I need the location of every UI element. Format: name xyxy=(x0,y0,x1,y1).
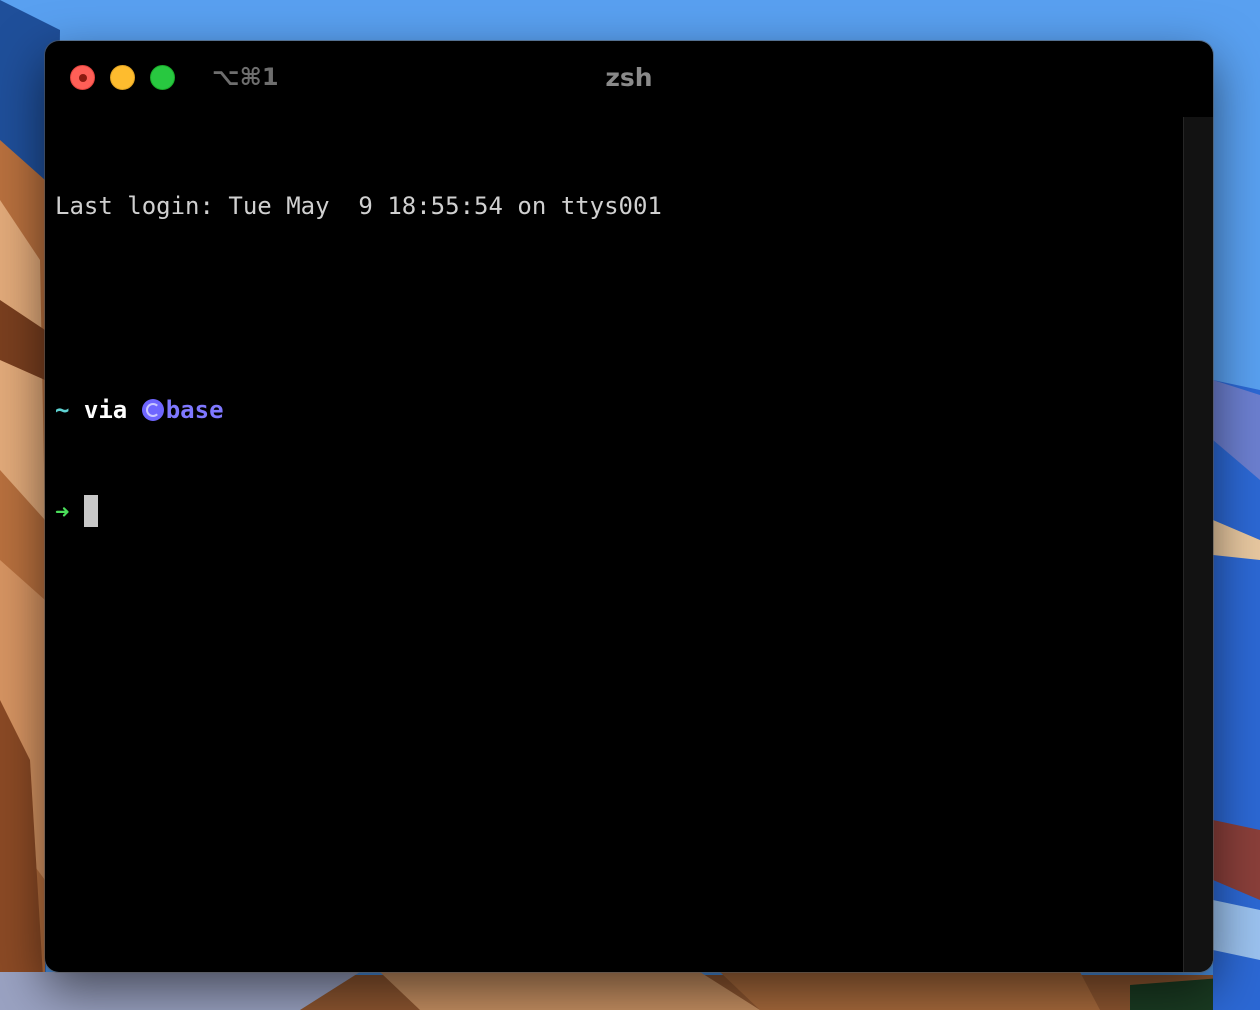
title-bar[interactable]: ⌥⌘1 zsh xyxy=(45,41,1213,113)
conda-icon xyxy=(141,399,164,421)
prompt-via-text: via xyxy=(83,396,128,424)
text-cursor xyxy=(83,495,98,527)
input-line[interactable]: ➜ xyxy=(55,495,1183,529)
prompt-arrow-icon: ➜ xyxy=(55,498,70,526)
prompt-environment: base xyxy=(165,396,224,424)
scrollbar[interactable] xyxy=(1183,117,1213,972)
terminal-window[interactable]: ⌥⌘1 zsh Last login: Tue May 9 18:55:54 o… xyxy=(45,41,1213,972)
window-title: zsh xyxy=(605,63,653,92)
last-login-line: Last login: Tue May 9 18:55:54 on ttys00… xyxy=(55,192,662,220)
prompt-directory: ~ xyxy=(55,396,70,424)
terminal-output[interactable]: Last login: Tue May 9 18:55:54 on ttys00… xyxy=(55,121,1183,972)
prompt-line: ~ via base xyxy=(55,393,1183,427)
